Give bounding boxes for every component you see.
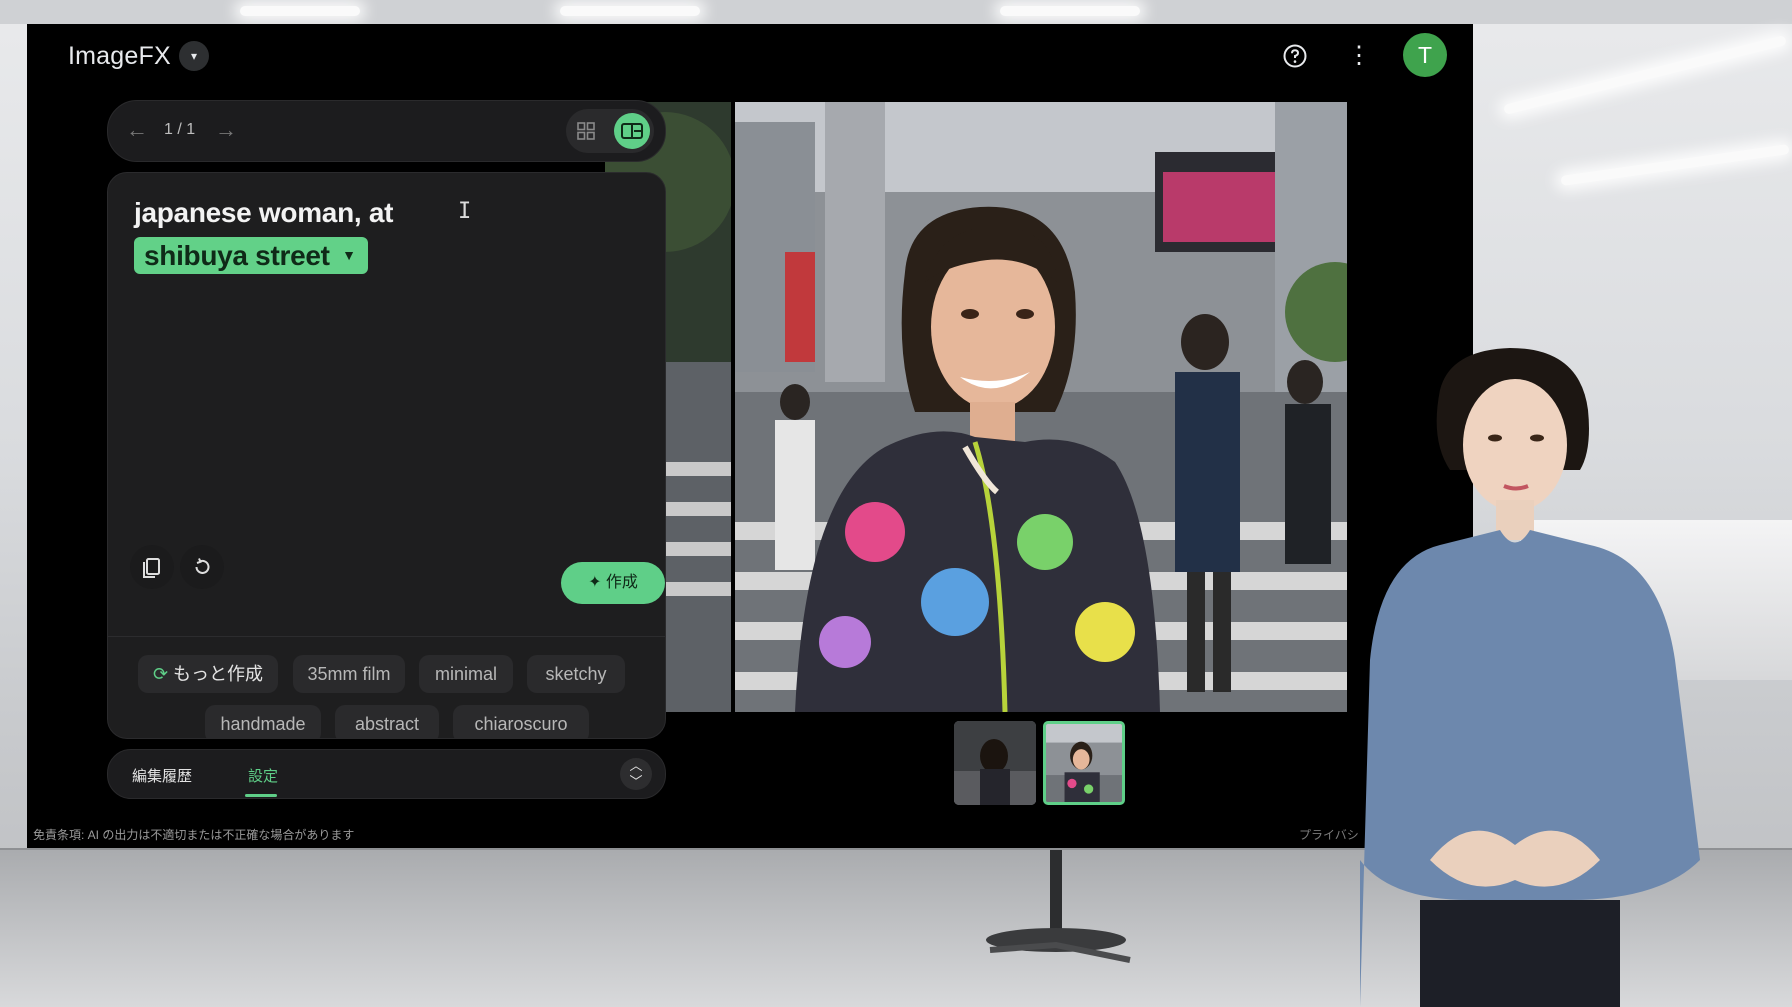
suggestion-chip[interactable]: sketchy (527, 655, 625, 693)
arrow-right-icon[interactable]: → (213, 117, 239, 143)
presenter (1360, 348, 1700, 1007)
suggestion-chip[interactable]: chiaroscuro (453, 705, 589, 738)
ceiling-light (1503, 35, 1787, 115)
divider (108, 636, 665, 637)
app-logo[interactable]: ImageFX (68, 42, 171, 71)
more-create-button[interactable]: ⟳ もっと作成 (138, 655, 278, 693)
avatar[interactable]: T (1403, 33, 1447, 77)
help-circle-icon[interactable] (1282, 43, 1308, 69)
suggestion-chip[interactable]: 35mm film (293, 655, 405, 693)
bottom-tabbar: 編集履歴 設定 ︿ ﹀ (107, 749, 666, 799)
more-create-label: もっと作成 (173, 664, 264, 684)
caret-down-icon: ▼ (342, 247, 356, 263)
sparkle-icon: ✦ (588, 574, 606, 591)
single-view-button[interactable] (614, 113, 650, 149)
imagefx-screen: ImageFX ▾ ⋮ T ← 1 / 1 → japanese woman, … (27, 24, 1473, 848)
refresh-icon: ⟳ (152, 664, 174, 684)
caret-down-icon[interactable]: ▾ (179, 41, 209, 71)
thumbnail-selected[interactable] (1043, 721, 1125, 805)
ceiling-light (1560, 144, 1790, 186)
page-counter: 1 / 1 (164, 121, 196, 138)
disclaimer-text: 免責条項: AI の出力は不適切または不正確な場合があります (33, 828, 355, 842)
suggestion-chip[interactable]: abstract (335, 705, 439, 738)
create-label: 作成 (605, 574, 638, 591)
ceiling-light (240, 6, 360, 16)
more-vert-icon[interactable]: ⋮ (1347, 43, 1371, 69)
prompt-chip[interactable]: shibuya street ▼ (134, 237, 368, 274)
ceiling-light (560, 6, 700, 16)
suggestion-chip[interactable]: minimal (419, 655, 513, 693)
view-toggle (566, 109, 654, 153)
expand-icon[interactable]: ︿ ﹀ (620, 758, 652, 790)
prompt-chip-label: shibuya street (144, 240, 330, 271)
copy-icon[interactable] (130, 545, 174, 589)
reset-icon[interactable] (180, 545, 224, 589)
ceiling-light (1000, 6, 1140, 16)
suggestion-chip[interactable]: handmade (205, 705, 321, 738)
tab-history[interactable]: 編集履歴 (132, 765, 192, 786)
prompt-text[interactable]: japanese woman, at (134, 197, 393, 229)
arrow-left-icon[interactable]: ← (124, 117, 150, 143)
active-tab-indicator (245, 794, 277, 797)
generated-image[interactable] (735, 102, 1347, 712)
grid-icon[interactable] (574, 119, 598, 143)
text-cursor-icon: I (458, 199, 472, 224)
studio-chair (986, 850, 1131, 963)
tab-settings[interactable]: 設定 (248, 765, 278, 786)
single-view-icon (621, 123, 643, 139)
create-button[interactable]: ✦ 作成 (561, 562, 665, 604)
prompt-card: japanese woman, at I shibuya street ▼ ✦ … (107, 172, 666, 739)
pager-bar: ← 1 / 1 → (107, 100, 666, 162)
thumbnail[interactable] (954, 721, 1036, 805)
